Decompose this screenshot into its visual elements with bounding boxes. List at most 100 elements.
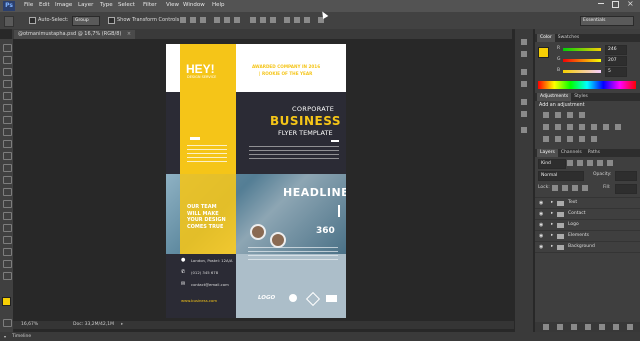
layer-row[interactable]: ◉ ▸ Elements — [535, 230, 640, 241]
r-slider[interactable] — [563, 48, 601, 51]
menu-window[interactable]: Window — [183, 2, 205, 8]
layer-filter-kind[interactable]: Kind — [538, 159, 566, 169]
expand-arrow-icon[interactable]: ▸ — [551, 242, 553, 252]
color-balance-icon[interactable] — [567, 124, 573, 130]
filter-smart-object-icon[interactable] — [607, 160, 613, 166]
mask-icon[interactable] — [571, 324, 577, 330]
history-brush-tool-icon[interactable] — [3, 152, 12, 160]
lock-all-icon[interactable] — [582, 185, 588, 191]
minimize-icon[interactable] — [598, 3, 604, 4]
adjustment-layer-icon[interactable] — [585, 324, 591, 330]
zoom-tool-icon[interactable] — [3, 272, 12, 280]
lasso-tool-icon[interactable] — [3, 68, 12, 76]
new-layer-icon[interactable] — [613, 324, 619, 330]
move-tool-icon[interactable] — [3, 44, 12, 52]
brush-tool-icon[interactable] — [3, 128, 12, 136]
align-hcenter-icon[interactable] — [224, 17, 230, 23]
gradient-tool-icon[interactable] — [3, 176, 12, 184]
distribute-top-icon[interactable] — [250, 17, 256, 23]
expand-arrow-icon[interactable]: ▸ — [551, 209, 553, 219]
r-value[interactable]: 246 — [605, 45, 627, 55]
curves-icon[interactable] — [567, 112, 573, 118]
channel-mixer-icon[interactable] — [603, 124, 609, 130]
eraser-tool-icon[interactable] — [3, 164, 12, 172]
link-layers-icon[interactable] — [543, 324, 549, 330]
menu-help[interactable]: Help — [212, 2, 225, 8]
transform-controls-checkbox[interactable] — [108, 17, 115, 24]
color-ramp[interactable] — [538, 81, 636, 89]
menu-filter[interactable]: Filter — [143, 2, 157, 8]
timeline-label[interactable]: Timeline — [12, 332, 31, 341]
crop-tool-icon[interactable] — [3, 92, 12, 100]
timeline-arrow-icon[interactable]: ▾ — [4, 332, 6, 341]
layer-row[interactable]: ◉ ▸ Background — [535, 241, 640, 253]
photo-filter-icon[interactable] — [591, 124, 597, 130]
selective-color-icon[interactable] — [591, 136, 597, 142]
healing-brush-tool-icon[interactable] — [3, 116, 12, 124]
fx-icon[interactable] — [557, 324, 563, 330]
lock-pixels-icon[interactable] — [562, 185, 568, 191]
zoom-level[interactable]: 16,67% — [21, 321, 38, 329]
eye-icon[interactable]: ◉ — [539, 231, 543, 241]
path-selection-tool-icon[interactable] — [3, 236, 12, 244]
filter-type-icon[interactable] — [587, 160, 593, 166]
menu-select[interactable]: Select — [118, 2, 135, 8]
lock-transparent-icon[interactable] — [552, 185, 558, 191]
layer-row[interactable]: ◉ ▸ Contact — [535, 208, 640, 219]
align-bottom-icon[interactable] — [200, 17, 206, 23]
brush-panel-icon[interactable] — [521, 69, 527, 75]
history-icon[interactable] — [521, 39, 527, 45]
tab-paths[interactable]: Paths — [585, 149, 603, 157]
distribute-right-icon[interactable] — [304, 17, 310, 23]
align-vcenter-icon[interactable] — [190, 17, 196, 23]
g-value[interactable]: 207 — [605, 56, 627, 66]
tab-color[interactable]: Color — [537, 34, 555, 42]
menu-image[interactable]: Image — [55, 2, 72, 8]
menu-file[interactable]: File — [24, 2, 33, 8]
eye-icon[interactable]: ◉ — [539, 209, 543, 219]
new-group-icon[interactable] — [599, 324, 605, 330]
distribute-hcenter-icon[interactable] — [294, 17, 300, 23]
document-tab[interactable]: @otmanimustapha.psd @ 16,7% (RGB/8) × — [14, 30, 136, 39]
clone-source-icon[interactable] — [521, 81, 527, 87]
b-slider[interactable] — [563, 70, 601, 73]
black-white-icon[interactable] — [579, 124, 585, 130]
color-lookup-icon[interactable] — [615, 124, 621, 130]
menu-edit[interactable]: Edit — [39, 2, 50, 8]
blend-mode-dropdown[interactable]: Normal — [538, 171, 584, 181]
g-slider[interactable] — [563, 59, 601, 62]
brightness-icon[interactable] — [543, 112, 549, 118]
shape-tool-icon[interactable] — [3, 248, 12, 256]
move-tool-icon[interactable] — [4, 16, 14, 27]
opacity-field[interactable] — [615, 171, 637, 181]
character-icon[interactable] — [521, 99, 527, 105]
distribute-center-icon[interactable] — [260, 17, 266, 23]
workspace-dropdown[interactable]: Essentials — [580, 16, 634, 26]
close-icon[interactable]: × — [627, 0, 634, 8]
pen-tool-icon[interactable] — [3, 212, 12, 220]
maximize-icon[interactable] — [612, 1, 619, 8]
clone-stamp-tool-icon[interactable] — [3, 140, 12, 148]
eye-icon[interactable]: ◉ — [539, 198, 543, 208]
hue-saturation-icon[interactable] — [555, 124, 561, 130]
blur-tool-icon[interactable] — [3, 188, 12, 196]
invert-icon[interactable] — [543, 136, 549, 142]
tab-close-icon[interactable]: × — [127, 31, 131, 37]
layer-row[interactable]: ◉ ▸ Logo — [535, 219, 640, 230]
eyedropper-tool-icon[interactable] — [3, 104, 12, 112]
tab-swatches[interactable]: Swatches — [555, 34, 583, 42]
eye-icon[interactable]: ◉ — [539, 242, 543, 252]
auto-select-checkbox[interactable] — [29, 17, 36, 24]
filter-adjustment-icon[interactable] — [577, 160, 583, 166]
eye-icon[interactable]: ◉ — [539, 220, 543, 230]
quick-select-tool-icon[interactable] — [3, 80, 12, 88]
menu-layer[interactable]: Layer — [78, 2, 93, 8]
align-top-icon[interactable] — [180, 17, 186, 23]
hand-tool-icon[interactable] — [3, 260, 12, 268]
menu-type[interactable]: Type — [100, 2, 113, 8]
color-fg-swatch[interactable] — [538, 47, 549, 58]
exposure-icon[interactable] — [579, 112, 585, 118]
foreground-color-swatch[interactable] — [2, 297, 11, 306]
filter-shape-icon[interactable] — [597, 160, 603, 166]
trash-icon[interactable] — [627, 324, 633, 330]
